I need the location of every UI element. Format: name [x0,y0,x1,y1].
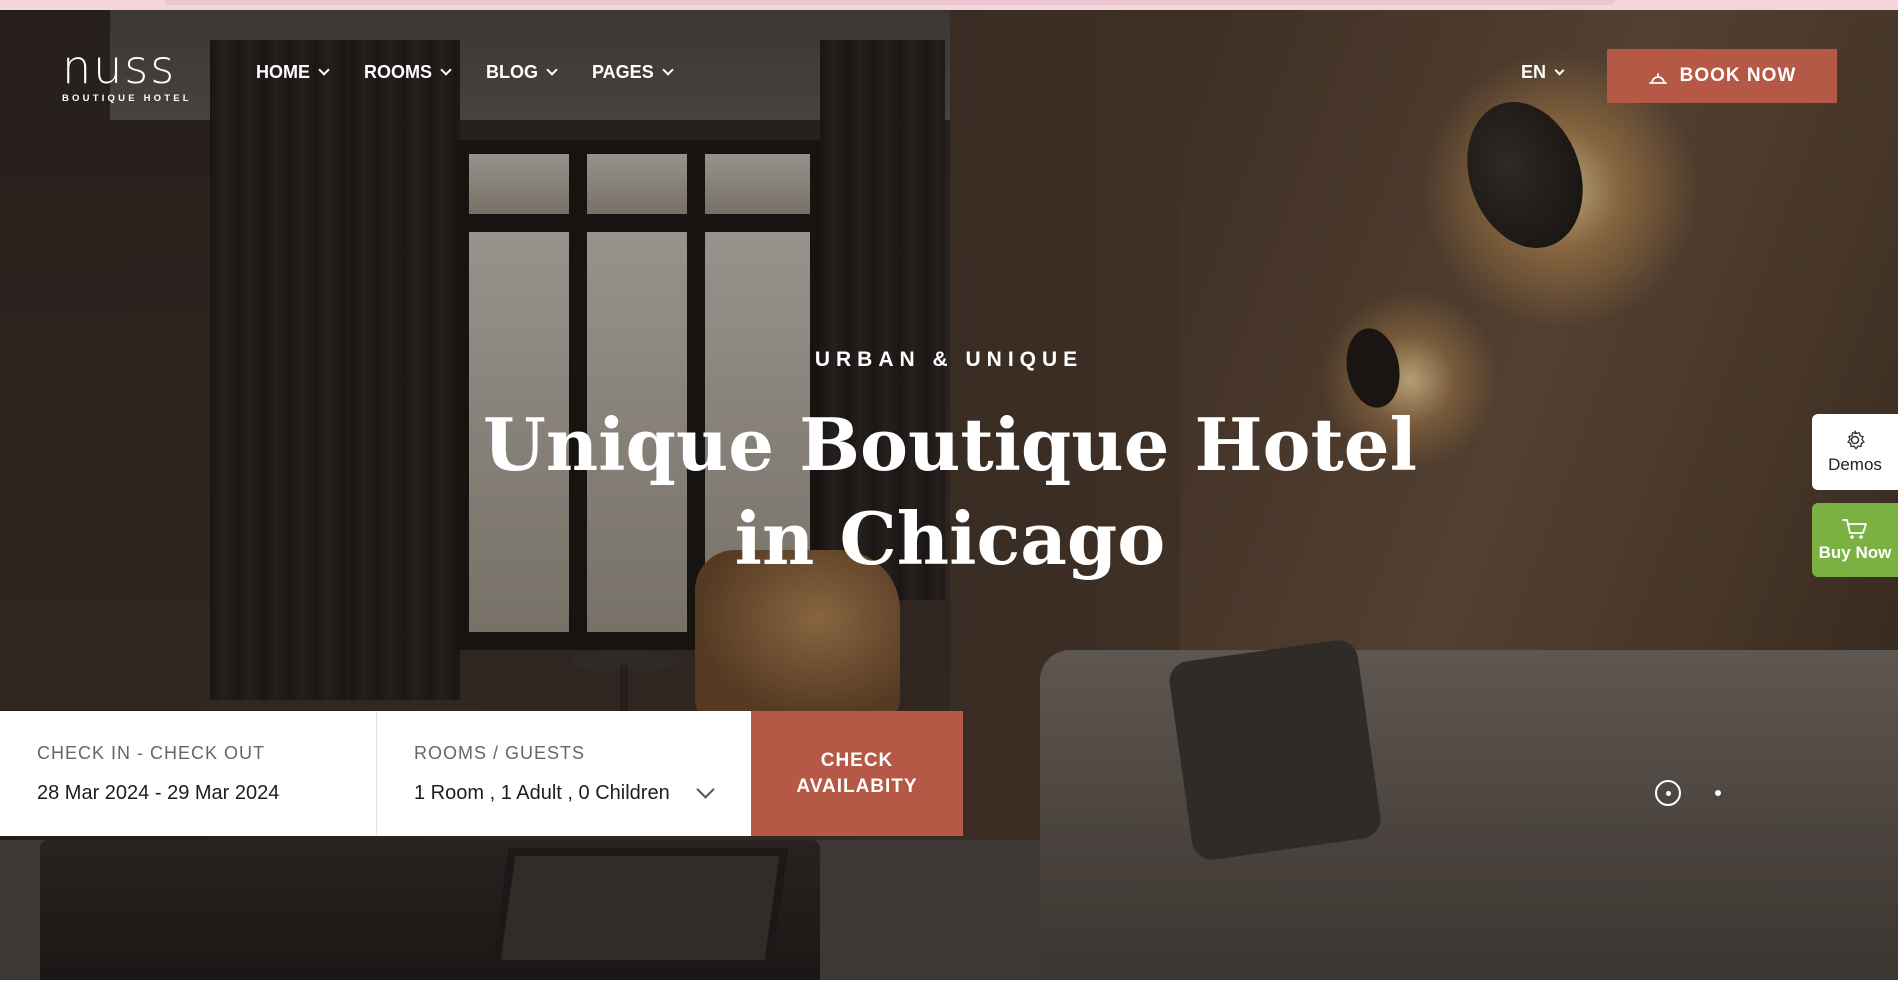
language-selector[interactable]: EN [1521,62,1565,83]
top-banner-inner [165,0,1615,5]
book-now-label: BOOK NOW [1679,65,1797,86]
buy-now-label: Buy Now [1818,543,1892,562]
nav-item-blog[interactable]: BLOG [486,62,558,83]
language-label: EN [1521,62,1547,82]
check-availability-line2: AVAILABITY [796,775,918,797]
nav-item-home[interactable]: HOME [256,62,330,83]
nav-item-label: PAGES [592,62,654,82]
hero-eyebrow: URBAN & UNIQUE [814,348,1084,371]
chevron-down-icon [318,64,330,76]
logo-tagline: BOUTIQUE HOTEL [62,93,192,104]
book-now-button[interactable]: BOOK NOW [1607,49,1837,103]
chevron-down-icon [1554,65,1565,75]
hero-headline-line2: in Chicago [734,496,1166,581]
chevron-down-icon [440,64,452,76]
chevron-down-icon [546,64,558,76]
date-range-label: CHECK IN - CHECK OUT [37,743,266,763]
hero-headline-line1: Unique Boutique Hotel [483,402,1417,487]
hero-headline: Unique Boutique Hotel in Chicago [470,398,1430,586]
service-bell-icon [1648,69,1668,84]
site-logo[interactable]: nuss BOUTIQUE HOTEL [62,40,192,104]
slider-dot[interactable] [1715,790,1721,796]
nav-item-rooms[interactable]: ROOMS [364,62,452,83]
gear-icon [1847,430,1865,450]
nav-item-label: BLOG [486,62,539,82]
date-range-field[interactable]: CHECK IN - CHECK OUT 28 Mar 2024 - 29 Ma… [0,711,376,836]
nav-item-label: ROOMS [364,62,433,82]
logo-wordmark: nuss [62,40,177,94]
buy-now-widget[interactable]: Buy Now [1812,503,1898,577]
top-banner [0,0,1898,10]
check-availability-button[interactable]: CHECK AVAILABITY [751,711,963,836]
nav-item-pages[interactable]: PAGES [592,62,674,83]
date-range-value: 28 Mar 2024 - 29 Mar 2024 [37,782,280,804]
demos-widget[interactable]: Demos [1812,414,1898,490]
nav-item-label: HOME [256,62,310,82]
chevron-down-icon [662,64,674,76]
check-availability-line1: CHECK [820,749,894,771]
rooms-guests-label: ROOMS / GUESTS [414,743,586,763]
booking-form: CHECK IN - CHECK OUT 28 Mar 2024 - 29 Ma… [0,711,963,836]
main-nav: HOME ROOMS BLOG PAGES [256,62,674,83]
rooms-guests-field[interactable]: ROOMS / GUESTS 1 Room , 1 Adult , 0 Chil… [376,711,751,836]
cart-icon [1842,519,1867,539]
slider-dot-active[interactable] [1655,780,1681,806]
demos-label: Demos [1828,455,1882,474]
